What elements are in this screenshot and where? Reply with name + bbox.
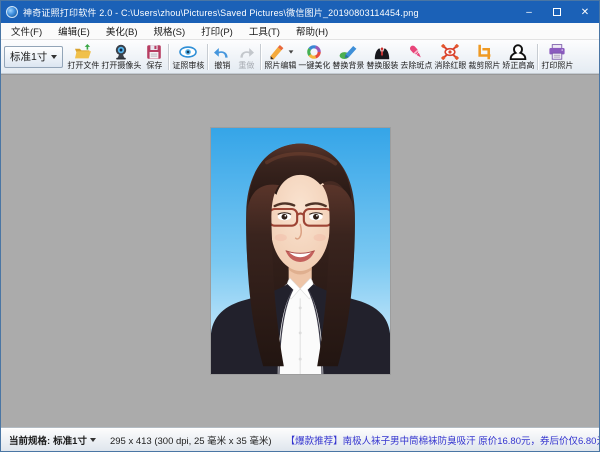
open-file-icon	[73, 44, 93, 60]
photo-review-button[interactable]: 证照审核	[171, 41, 205, 73]
id-photo	[211, 128, 390, 374]
photo-edit-button[interactable]: 照片编辑	[263, 41, 297, 73]
toolbar-separator	[260, 44, 261, 70]
chevron-down-icon	[51, 55, 57, 59]
remove-redeye-icon	[440, 44, 460, 60]
toolbar-separator	[537, 44, 538, 70]
menubar: 文件(F) 编辑(E) 美化(B) 规格(S) 打印(P) 工具(T) 帮助(H…	[1, 23, 599, 40]
minimize-button[interactable]: –	[515, 1, 543, 23]
toolbar-label: 矫正肩高	[502, 61, 534, 70]
maximize-button[interactable]	[543, 1, 571, 23]
undo-icon	[212, 44, 232, 60]
size-spec-label: 标准1寸	[10, 49, 47, 64]
toolbar-label: 消除红眼	[434, 61, 466, 70]
toolbar-label: 打印照片	[541, 61, 573, 70]
toolbar-label: 打开文件	[67, 61, 99, 70]
crop-icon	[474, 44, 494, 60]
save-button[interactable]: 保存	[142, 41, 166, 73]
open-file-button[interactable]: 打开文件	[66, 41, 100, 73]
close-button[interactable]: ✕	[571, 1, 599, 23]
statusbar: 当前规格: 标准1寸 295 x 413 (300 dpi, 25 毫米 x 3…	[1, 427, 599, 451]
crop-photo-button[interactable]: 裁剪照片	[467, 41, 501, 73]
open-camera-button[interactable]: 打开摄像头	[100, 41, 142, 73]
photo-dimensions: 295 x 413 (300 dpi, 25 毫米 x 35 毫米)	[110, 433, 272, 447]
menu-file[interactable]: 文件(F)	[3, 23, 50, 39]
remove-spots-icon	[406, 44, 426, 60]
toolbar-label: 打开摄像头	[101, 61, 141, 70]
camera-icon	[111, 44, 131, 60]
chevron-down-icon	[288, 50, 293, 53]
toolbar-label: 替换背景	[332, 61, 364, 70]
print-icon	[547, 44, 567, 60]
window-title: 神奇证照打印软件 2.0 - C:\Users\zhou\Pictures\Sa…	[23, 6, 515, 19]
toolbar: 标准1寸 打开文件 打开摄像头	[1, 40, 599, 74]
remove-spots-button[interactable]: 去除斑点	[399, 41, 433, 73]
undo-button[interactable]: 撤销	[210, 41, 234, 73]
toolbar-label: 保存	[146, 61, 162, 70]
current-spec-value: 标准1寸	[53, 433, 87, 447]
toolbar-label: 一键美化	[298, 61, 330, 70]
promo-ad-link[interactable]: 【爆款推荐】南极人袜子男中筒棉袜防臭吸汗 原价16.80元，券后价仅6.80元	[286, 433, 600, 447]
toolbar-separator	[168, 44, 169, 70]
toolbar-label: 重做	[238, 61, 254, 70]
photo-canvas	[1, 74, 599, 427]
redo-icon	[236, 44, 256, 60]
edit-pencil-icon	[267, 44, 287, 60]
shoulder-fix-icon	[508, 44, 528, 60]
replace-clothes-button[interactable]: 替换服装	[365, 41, 399, 73]
toolbar-label: 证照审核	[172, 61, 204, 70]
current-spec-dropdown[interactable]: 当前规格: 标准1寸	[5, 433, 100, 447]
size-spec-dropdown[interactable]: 标准1寸	[4, 46, 63, 68]
titlebar[interactable]: 神奇证照打印软件 2.0 - C:\Users\zhou\Pictures\Sa…	[1, 1, 599, 23]
replace-clothes-icon	[372, 44, 392, 60]
menu-spec[interactable]: 规格(S)	[145, 23, 193, 39]
toolbar-label: 去除斑点	[400, 61, 432, 70]
review-eye-icon	[178, 44, 198, 60]
app-icon	[6, 6, 18, 18]
chevron-down-icon	[90, 438, 96, 442]
menu-help[interactable]: 帮助(H)	[288, 23, 336, 39]
redo-button: 重做	[234, 41, 258, 73]
menu-print[interactable]: 打印(P)	[193, 23, 241, 39]
toolbar-label: 替换服装	[366, 61, 398, 70]
app-window: 神奇证照打印软件 2.0 - C:\Users\zhou\Pictures\Sa…	[0, 0, 600, 452]
id-photo-image	[211, 128, 390, 374]
toolbar-label: 裁剪照片	[468, 61, 500, 70]
toolbar-label: 照片编辑	[264, 61, 296, 70]
fix-shoulder-button[interactable]: 矫正肩高	[501, 41, 535, 73]
replace-background-button[interactable]: 替换背景	[331, 41, 365, 73]
print-photo-button[interactable]: 打印照片	[540, 41, 574, 73]
toolbar-label: 撤销	[214, 61, 230, 70]
menu-edit[interactable]: 编辑(E)	[50, 23, 98, 39]
current-spec-prefix: 当前规格:	[9, 433, 50, 447]
toolbar-separator	[207, 44, 208, 70]
one-key-beautify-button[interactable]: 一键美化	[297, 41, 331, 73]
beautify-ring-icon	[304, 44, 324, 60]
window-controls: – ✕	[515, 1, 599, 23]
save-icon	[144, 44, 164, 60]
menu-beautify[interactable]: 美化(B)	[98, 23, 146, 39]
maximize-icon	[553, 8, 561, 16]
menu-tools[interactable]: 工具(T)	[241, 23, 288, 39]
replace-background-icon	[338, 44, 358, 60]
remove-redeye-button[interactable]: 消除红眼	[433, 41, 467, 73]
